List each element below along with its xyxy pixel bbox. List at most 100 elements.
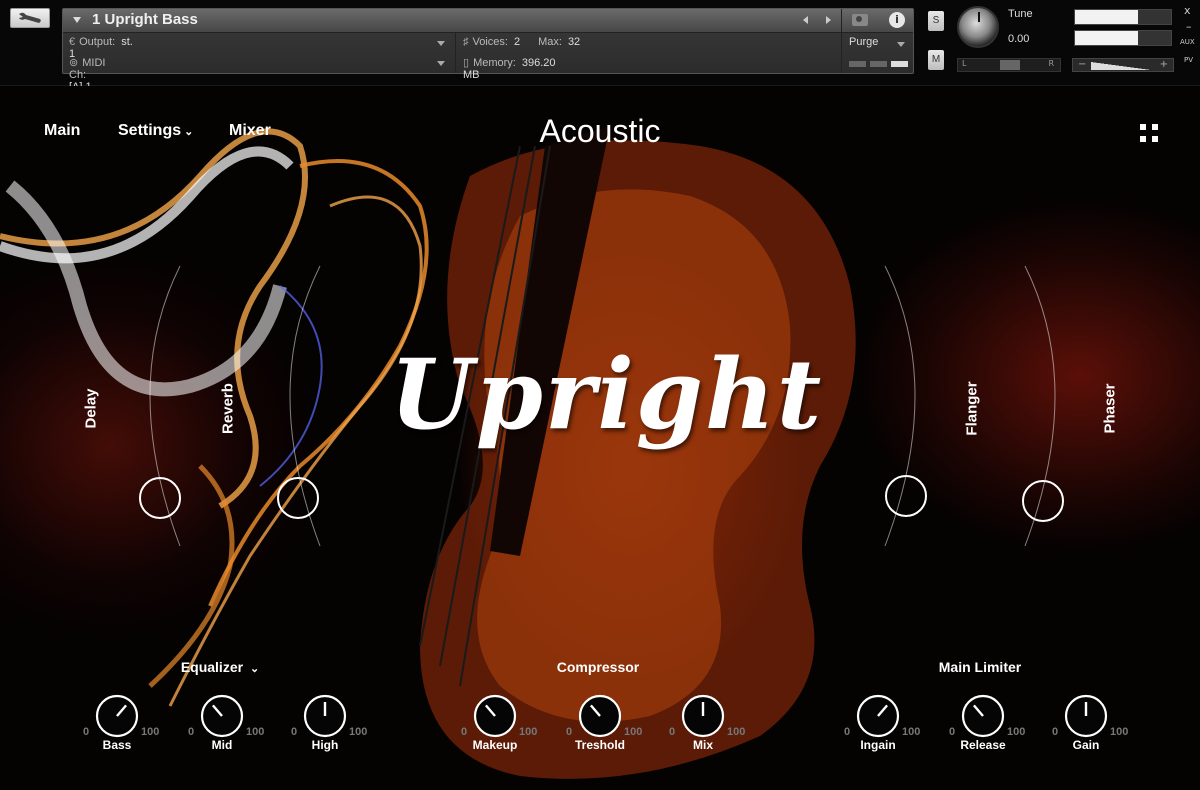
close-icon[interactable]: x: [1184, 4, 1191, 17]
page-title: Acoustic: [539, 113, 661, 149]
flanger-knob[interactable]: [885, 475, 927, 517]
knob-label: Release: [960, 738, 1006, 752]
purge-dropdown-icon[interactable]: [897, 42, 905, 47]
output-dropdown-icon[interactable]: [437, 41, 445, 46]
pan-right-label: R: [1048, 59, 1054, 68]
nav-mixer[interactable]: Mixer: [229, 122, 271, 140]
output-icon: €: [69, 36, 76, 48]
mute-button[interactable]: M: [928, 50, 944, 70]
knob-mix[interactable]: 0 100 Mix: [663, 692, 745, 754]
camera-icon[interactable]: [852, 14, 868, 26]
limiter-section-title: Main Limiter: [938, 659, 1022, 675]
wrench-icon: [19, 12, 41, 23]
knob-dial[interactable]: [576, 692, 624, 740]
output-field[interactable]: € Output: st. 1: [69, 36, 133, 60]
knob-dial[interactable]: [1062, 692, 1110, 740]
knob-dial[interactable]: [679, 692, 727, 740]
knob-label: Treshold: [574, 738, 625, 752]
midi-field[interactable]: ⊚MIDI Ch:[A] 1: [69, 56, 105, 93]
knob-min-label: 0: [1052, 726, 1059, 738]
pv-button[interactable]: PV: [1184, 56, 1193, 64]
knob-dial[interactable]: [93, 692, 141, 740]
volume-plus[interactable]: +: [1160, 59, 1168, 70]
knob-dial[interactable]: [198, 692, 246, 740]
volume-minus[interactable]: −: [1078, 59, 1086, 70]
instrument-title-bar: 1 Upright Bass: [63, 9, 913, 33]
memory-icon: ▯: [463, 57, 470, 69]
knob-min-label: 0: [291, 726, 298, 738]
knob-dial[interactable]: [471, 692, 519, 740]
knob-max-label: 100: [246, 726, 265, 738]
phaser-knob[interactable]: [1022, 480, 1064, 522]
nav-settings-label: Settings: [118, 122, 182, 139]
grid-menu-icon[interactable]: [1140, 124, 1158, 142]
knob-min-label: 0: [188, 726, 195, 738]
kontakt-instrument-window: 1 Upright Bass i € Output: st. 1 ♯ Voices: 2…: [0, 0, 1200, 790]
nav-main[interactable]: Main: [44, 122, 80, 140]
tune-knob[interactable]: [957, 6, 999, 48]
knob-label: Mid: [211, 738, 233, 752]
knob-max-label: 100: [519, 726, 538, 738]
meter-fill: [1075, 31, 1139, 45]
chevron-down-icon: ⌄: [184, 126, 194, 138]
next-instrument-icon[interactable]: [826, 16, 831, 24]
delay-knob[interactable]: [139, 477, 181, 519]
knob-label: Gain: [1072, 738, 1100, 752]
level-meter-left: [1074, 9, 1172, 25]
minimize-icon[interactable]: –: [1186, 20, 1192, 33]
instrument-name[interactable]: 1 Upright Bass: [92, 11, 198, 28]
knob-dial[interactable]: [854, 692, 902, 740]
tune-label: Tune: [1008, 8, 1033, 20]
fx-label-phaser: Phaser: [1101, 383, 1119, 434]
instrument-header: 1 Upright Bass i € Output: st. 1 ♯ Voices: 2…: [0, 0, 1200, 93]
volume-ramp: [1091, 62, 1151, 70]
voices-icon: ♯: [463, 36, 469, 48]
knob-label: Bass: [102, 738, 132, 752]
knob-label: High: [311, 738, 339, 752]
divider: [455, 33, 456, 73]
memory-label: Memory:: [473, 57, 516, 69]
collapse-arrow-icon[interactable]: [73, 17, 81, 23]
reverb-knob[interactable]: [277, 477, 319, 519]
knob-min-label: 0: [844, 726, 851, 738]
midi-dropdown-icon[interactable]: [437, 61, 445, 66]
knob-ingain[interactable]: 0 100 Ingain: [838, 692, 920, 754]
solo-button[interactable]: S: [928, 11, 944, 31]
wrench-button[interactable]: [10, 8, 50, 28]
knob-min-label: 0: [461, 726, 468, 738]
fx-label-reverb: Reverb: [219, 383, 237, 434]
knob-dial[interactable]: [301, 692, 349, 740]
previous-instrument-icon[interactable]: [803, 16, 808, 24]
level-meter-right: [1074, 30, 1172, 46]
knob-max-label: 100: [1110, 726, 1129, 738]
knob-dial[interactable]: [959, 692, 1007, 740]
knob-min-label: 0: [566, 726, 573, 738]
knob-min-label: 0: [949, 726, 956, 738]
volume-slider[interactable]: − +: [1072, 58, 1174, 72]
chevron-down-icon: ⌄: [249, 663, 260, 675]
aux-button[interactable]: AUX: [1180, 38, 1195, 46]
fx-label-flanger: Flanger: [963, 381, 981, 436]
instrument-panel: 1 Upright Bass i € Output: st. 1 ♯ Voices: 2…: [62, 8, 914, 93]
pan-slider[interactable]: L R: [957, 58, 1061, 72]
knob-label: Makeup: [472, 738, 518, 752]
info-icon[interactable]: i: [889, 12, 905, 28]
midi-icon: ⊚: [69, 57, 79, 69]
voices-field: ♯ Voices: 2 Max: 32: [463, 36, 580, 52]
nav-settings[interactable]: Settings ⌄: [118, 122, 193, 140]
knob-bass[interactable]: 0 100 Bass: [77, 692, 159, 754]
tune-value[interactable]: 0.00: [1008, 33, 1029, 45]
knob-gain[interactable]: 0 100 Gain: [1046, 692, 1129, 754]
knob-treshold[interactable]: 0 100 Treshold: [560, 692, 642, 754]
knob-max-label: 100: [349, 726, 368, 738]
purge-button[interactable]: Purge: [849, 36, 878, 48]
pan-handle[interactable]: [1000, 60, 1020, 70]
equalizer-section-title[interactable]: Equalizer ⌄: [120, 659, 320, 675]
knob-release[interactable]: 0 100 Release: [943, 692, 1025, 754]
knob-makeup[interactable]: 0 100 Makeup: [455, 692, 538, 754]
knob-min-label: 0: [83, 726, 90, 738]
memory-field: ▯ Memory: 396.20 MB: [463, 56, 556, 81]
max-value[interactable]: 32: [568, 36, 580, 48]
knob-high[interactable]: 0 100 High: [285, 692, 368, 754]
knob-mid[interactable]: 0 100 Mid: [182, 692, 265, 754]
